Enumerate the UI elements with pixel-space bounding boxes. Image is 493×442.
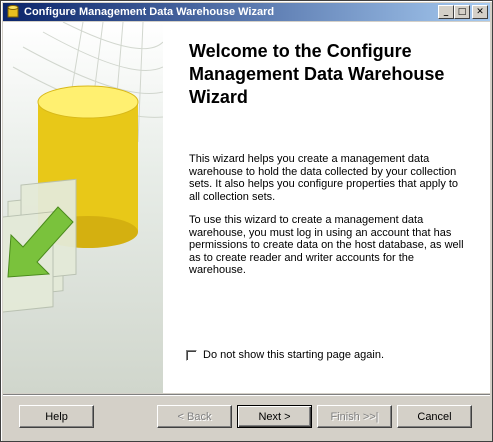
close-button[interactable]: ✕: [472, 5, 488, 19]
welcome-panel: Welcome to the Configure Management Data…: [183, 22, 478, 393]
banner-graphic: [3, 22, 163, 314]
minimize-icon: _: [443, 7, 449, 17]
close-icon: ✕: [476, 7, 484, 17]
finish-button[interactable]: Finish >>|: [317, 405, 392, 428]
wizard-content: Welcome to the Configure Management Data…: [3, 22, 490, 393]
cancel-button[interactable]: Cancel: [397, 405, 472, 428]
database-app-icon: [7, 5, 19, 18]
minimize-button[interactable]: _: [438, 5, 454, 19]
title-bar[interactable]: Configure Management Data Warehouse Wiza…: [3, 3, 490, 21]
next-button[interactable]: Next >: [237, 405, 312, 428]
wizard-banner-image: [3, 22, 163, 393]
footer-separator-highlight: [3, 395, 490, 396]
help-button[interactable]: Help: [19, 405, 94, 428]
back-button-label: < Back: [177, 410, 212, 423]
back-button[interactable]: < Back: [157, 405, 232, 428]
checkbox-label: Do not show this starting page again.: [203, 349, 385, 361]
help-button-label: Help: [45, 410, 68, 423]
next-button-label: Next >: [258, 410, 291, 423]
dont-show-again-checkbox[interactable]: Do not show this starting page again.: [186, 349, 384, 361]
maximize-icon: □: [457, 7, 467, 17]
checkbox-box[interactable]: [186, 349, 197, 361]
page-title: Welcome to the Configure Management Data…: [189, 41, 445, 107]
wizard-window: Configure Management Data Warehouse Wiza…: [0, 0, 493, 442]
permissions-paragraph: To use this wizard to create a managemen…: [189, 214, 464, 276]
cancel-button-label: Cancel: [417, 410, 452, 423]
description-paragraph: This wizard helps you create a managemen…: [189, 153, 459, 203]
finish-button-label: Finish >>|: [330, 410, 379, 423]
window-title: Configure Management Data Warehouse Wiza…: [24, 6, 275, 18]
maximize-button[interactable]: □: [454, 5, 470, 19]
